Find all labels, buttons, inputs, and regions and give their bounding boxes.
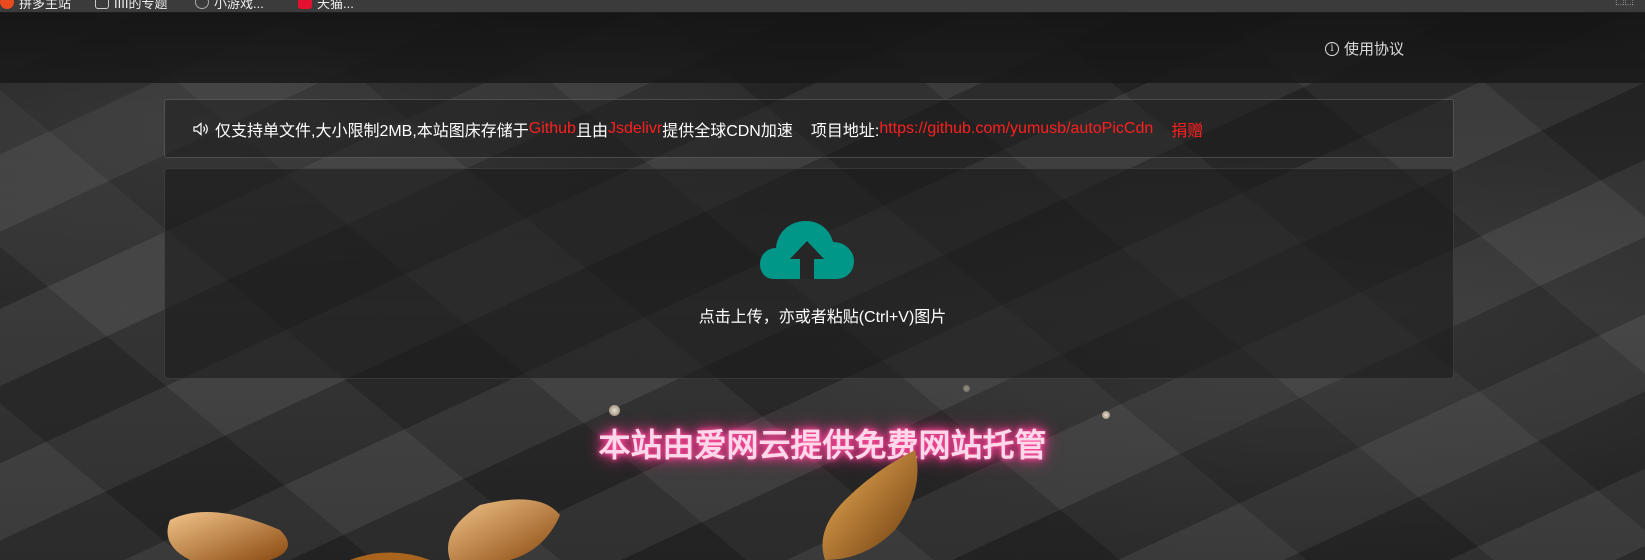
shop-icon xyxy=(298,0,312,9)
cloud-upload-icon[interactable] xyxy=(760,215,854,281)
terms-label: 使用协议 xyxy=(1344,41,1405,58)
bookmarks-bar: 拼多主站 IIII的专题 小游戏... 天猫... ⬚⬚ xyxy=(0,0,1645,13)
project-url-link[interactable]: https://github.com/yumusb/autoPicCdn xyxy=(879,120,1153,138)
speaker-icon xyxy=(193,121,208,136)
github-link[interactable]: Github xyxy=(529,120,576,138)
jsdelivr-link[interactable]: Jsdelivr xyxy=(608,120,662,138)
project-label: 项目地址: xyxy=(810,122,880,140)
globe-icon xyxy=(195,0,209,9)
decoration-dot xyxy=(963,385,970,392)
bookmark-label: IIII的专题 xyxy=(114,0,168,11)
bookmark-label: 小游戏... xyxy=(214,0,264,11)
leaf-decoration xyxy=(167,499,560,560)
bookmark-item[interactable]: IIII的专题 xyxy=(95,0,168,11)
notice-text: 仅支持单文件,大小限制2MB,本站图床存储于 xyxy=(215,122,529,140)
decoration-dot xyxy=(609,405,620,416)
decoration-dot xyxy=(1102,411,1110,419)
bookmark-item[interactable]: 天猫... xyxy=(298,0,354,11)
info-icon: i xyxy=(1325,41,1339,56)
notice-text: 提供全球CDN加速 xyxy=(662,122,793,140)
leaf-decoration xyxy=(822,450,918,560)
upload-hint: 点击上传，亦或者粘贴(Ctrl+V)图片 xyxy=(698,309,947,326)
bookmark-item[interactable]: 小游戏... xyxy=(195,0,264,11)
terms-link[interactable]: i 使用协议 xyxy=(1325,38,1404,59)
bookmark-item[interactable]: 拼多主站 xyxy=(0,0,72,11)
top-header: i 使用协议 xyxy=(0,13,1645,83)
page-icon xyxy=(95,0,109,9)
donate-link[interactable]: 捐赠 xyxy=(1171,117,1203,141)
brand-icon xyxy=(0,0,14,9)
notice-bar: 仅支持单文件,大小限制2MB,本站图床存储于 Github 且由 Jsdelivr 提供… xyxy=(164,99,1454,158)
bookmark-label: 拼多主站 xyxy=(19,0,72,11)
bookmark-label: 天猫... xyxy=(317,0,354,11)
extensions-icon[interactable]: ⬚⬚ xyxy=(1615,0,1637,7)
notice-text: 且由 xyxy=(575,122,608,140)
